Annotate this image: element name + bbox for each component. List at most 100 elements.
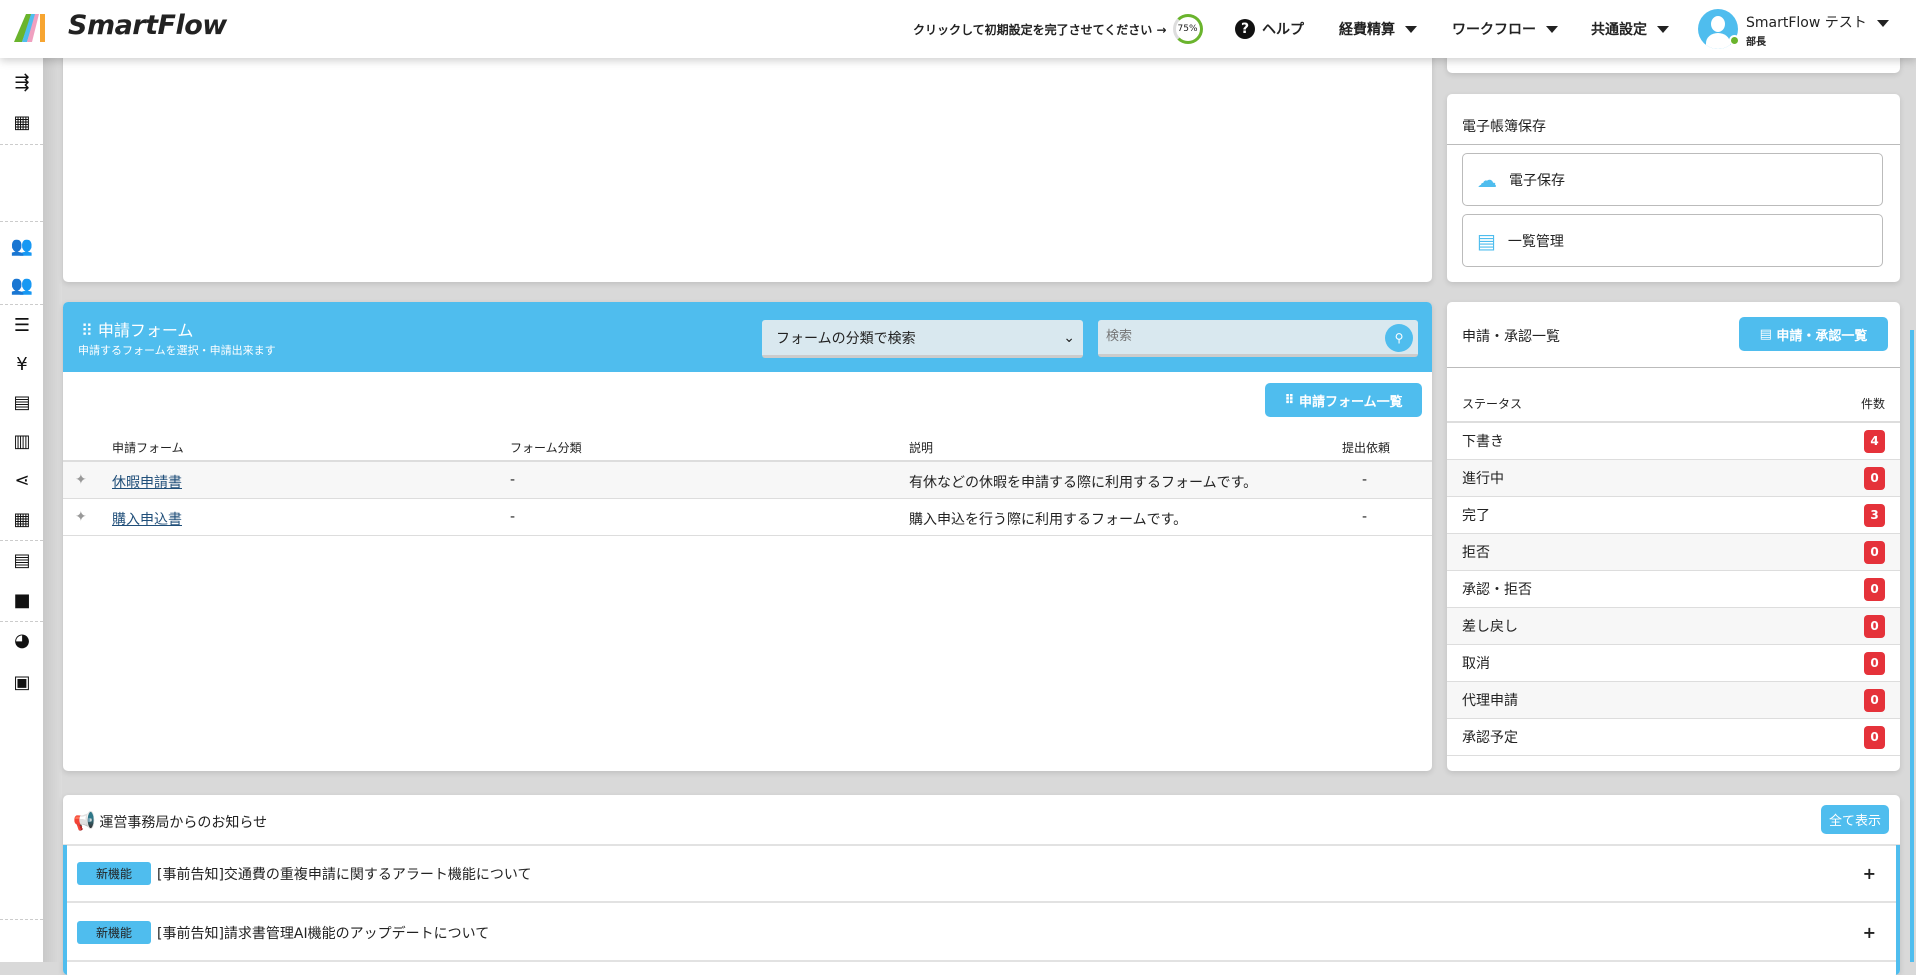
menu-expense[interactable]: 経費精算 bbox=[1339, 0, 1417, 58]
show-all-button[interactable]: 全て表示 bbox=[1821, 805, 1889, 834]
status-row[interactable]: 完了 3 bbox=[1447, 497, 1900, 534]
plus-icon[interactable]: + bbox=[1863, 864, 1876, 883]
notices-title: 📢 運営事務局からのお知らせ bbox=[73, 811, 267, 832]
form-list-button[interactable]: ⠿ 申請フォーム一覧 bbox=[1265, 383, 1422, 417]
count-badge: 4 bbox=[1864, 429, 1885, 453]
notice-item[interactable]: 新機能 [事前告知]請求書管理AI機能のアップデートについて + bbox=[67, 905, 1896, 962]
palette-icon[interactable]: ◕ bbox=[10, 630, 34, 651]
column-header: ステータス bbox=[1462, 397, 1523, 411]
new-feature-tag: 新機能 bbox=[77, 921, 151, 944]
application-forms-panel: ⠿ 申請フォーム 申請するフォームを選択・申請出来ます フォームの分類で検索 ⌄ … bbox=[63, 302, 1432, 771]
count-badge: 0 bbox=[1864, 614, 1885, 638]
button-label: 一覧管理 bbox=[1507, 233, 1564, 250]
plus-icon[interactable]: + bbox=[1863, 923, 1876, 942]
pin-icon[interactable]: ✦ bbox=[75, 509, 87, 525]
search-field: ⚲ bbox=[1098, 320, 1418, 357]
form-description: 有休などの休暇を申請する際に利用するフォームです。 bbox=[909, 475, 1258, 491]
wallet-icon[interactable]: ▣ bbox=[10, 672, 34, 693]
sidebar-edge bbox=[43, 58, 62, 962]
user-name: SmartFlow テスト bbox=[1746, 15, 1867, 31]
help-link[interactable]: ? ヘルプ bbox=[1235, 0, 1304, 58]
status-row[interactable]: 拒否 0 bbox=[1447, 534, 1900, 571]
groups-icon[interactable]: 👥 bbox=[10, 275, 34, 296]
caret-down-icon bbox=[1657, 25, 1669, 33]
status-row[interactable]: 進行中 0 bbox=[1447, 460, 1900, 497]
title-text: 運営事務局からのお知らせ bbox=[99, 814, 268, 831]
count-badge: 0 bbox=[1864, 466, 1885, 490]
count-badge: 0 bbox=[1864, 540, 1885, 564]
user-menu[interactable]: SmartFlow テスト 部長 bbox=[1746, 12, 1889, 48]
receipt-icon[interactable]: ▤ bbox=[10, 392, 34, 413]
column-header: 件数 bbox=[1860, 397, 1885, 411]
caret-down-icon bbox=[1876, 20, 1889, 27]
yen-icon[interactable]: ¥ bbox=[10, 354, 34, 375]
list-icon[interactable]: ☰ bbox=[10, 315, 34, 336]
approval-list-button[interactable]: ▤ 申請・承認一覧 bbox=[1739, 317, 1888, 351]
notice-item[interactable]: 新機能 [事前告知]交通費の重複申請に関するアラート機能について + bbox=[67, 846, 1896, 903]
new-feature-tag: 新機能 bbox=[77, 862, 151, 885]
list-doc-icon: ▤ bbox=[1477, 228, 1496, 253]
count-badge: 0 bbox=[1864, 577, 1885, 601]
help-icon: ? bbox=[1235, 19, 1255, 39]
search-icon[interactable]: ⚲ bbox=[1385, 324, 1413, 352]
approval-list-panel: 申請・承認一覧 ▤ 申請・承認一覧 ステータス 件数 下書き 4 進行中 0 完了 3 拒否… bbox=[1447, 302, 1900, 771]
status-row[interactable]: 取消 0 bbox=[1447, 645, 1900, 682]
setup-prompt-link[interactable]: クリックして初期設定を完了させてください → 75% bbox=[913, 0, 1203, 58]
top-header: SmartFlow クリックして初期設定を完了させてください → 75% ? ヘ… bbox=[0, 0, 1916, 58]
title-text: 申請フォーム bbox=[97, 321, 194, 340]
status-row[interactable]: 下書き 4 bbox=[1447, 423, 1900, 460]
setup-prompt: クリックして初期設定を完了させてください → bbox=[913, 22, 1167, 37]
e-storage-button[interactable]: ☁ 電子保存 bbox=[1462, 153, 1883, 206]
form-link[interactable]: 購入申込書 bbox=[112, 509, 182, 529]
form-link[interactable]: 休暇申請書 bbox=[112, 472, 182, 492]
count-badge: 0 bbox=[1864, 651, 1885, 675]
status-row[interactable]: 承認予定 0 bbox=[1447, 719, 1900, 756]
column-header: 申請フォーム bbox=[112, 441, 184, 455]
top-panel bbox=[63, 50, 1432, 282]
ebook-panel: 電子帳簿保存 ☁ 電子保存 ▤ 一覧管理 bbox=[1447, 94, 1900, 282]
brand-name[interactable]: SmartFlow bbox=[68, 10, 227, 41]
online-status-icon bbox=[1729, 35, 1740, 46]
users-icon[interactable]: 👥 bbox=[10, 236, 34, 257]
button-label: 電子保存 bbox=[1509, 172, 1565, 189]
chevron-down-icon: ⌄ bbox=[1063, 329, 1075, 346]
status-row[interactable]: 承認・拒否 0 bbox=[1447, 571, 1900, 608]
table-row: ✦ 休暇申請書 - 有休などの休暇を申請する際に利用するフォームです。 - bbox=[63, 462, 1432, 499]
forms-table-header: 申請フォーム フォーム分類 説明 提出依頼 bbox=[63, 430, 1432, 462]
menu-common-settings[interactable]: 共通設定 bbox=[1591, 0, 1669, 58]
button-label: 申請フォーム一覧 bbox=[1299, 394, 1403, 410]
forms-subtitle: 申請するフォームを選択・申請出来ます bbox=[78, 344, 276, 357]
menu-label: 共通設定 bbox=[1591, 22, 1647, 38]
smartflow-logo-icon bbox=[14, 14, 45, 42]
pin-icon[interactable]: ✦ bbox=[75, 472, 87, 488]
notice-text: [事前告知]交通費の重複申請に関するアラート機能について bbox=[157, 866, 532, 883]
divider bbox=[0, 221, 43, 222]
approvals-title: 申請・承認一覧 bbox=[1462, 329, 1560, 345]
count-badge: 0 bbox=[1864, 688, 1885, 712]
column-header: フォーム分類 bbox=[510, 441, 582, 455]
status-row[interactable]: 代理申請 0 bbox=[1447, 682, 1900, 719]
documents-icon[interactable]: ▤ bbox=[10, 550, 34, 571]
status-row[interactable]: 差し戻し 0 bbox=[1447, 608, 1900, 645]
company-icon[interactable]: ▦ bbox=[10, 112, 34, 133]
collapse-menu-icon[interactable]: ⇶ bbox=[10, 72, 34, 93]
list-management-button[interactable]: ▤ 一覧管理 bbox=[1462, 214, 1883, 267]
megaphone-icon: 📢 bbox=[73, 811, 96, 832]
card-icon: ▤ bbox=[1759, 326, 1777, 342]
grid-icon: ⠿ bbox=[1284, 392, 1300, 408]
status-label: 承認予定 bbox=[1462, 730, 1518, 746]
category-select[interactable]: フォームの分類で検索 ⌄ bbox=[762, 320, 1083, 358]
scrollbar[interactable] bbox=[1910, 330, 1914, 962]
menu-label: ワークフロー bbox=[1452, 22, 1536, 38]
share-icon[interactable]: ⋖ bbox=[10, 470, 34, 491]
caret-down-icon bbox=[1546, 25, 1558, 33]
status-label: 取消 bbox=[1462, 656, 1490, 672]
menu-workflow[interactable]: ワークフロー bbox=[1452, 0, 1558, 58]
invoice-icon[interactable]: ▥ bbox=[10, 431, 34, 452]
cloud-upload-icon: ☁ bbox=[1477, 167, 1497, 192]
table-icon[interactable]: ▦ bbox=[10, 509, 34, 530]
search-input[interactable] bbox=[1106, 328, 1376, 343]
file-icon[interactable]: ■ bbox=[10, 590, 34, 611]
column-header: 提出依頼 bbox=[1342, 441, 1391, 455]
divider bbox=[0, 304, 43, 305]
